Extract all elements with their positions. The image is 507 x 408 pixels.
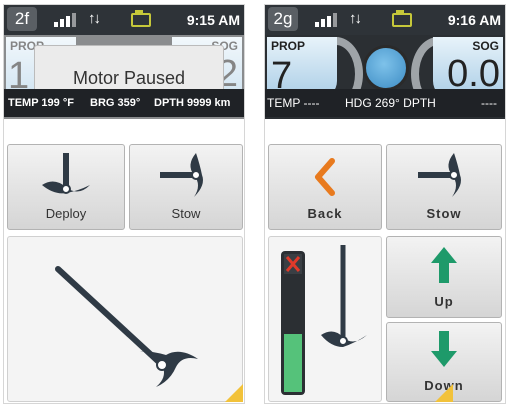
back-chevron-icon [315, 158, 335, 196]
clock: 9:16 AM [447, 12, 501, 28]
sog-label: SOG [472, 39, 499, 53]
bearing-readout: BRG 359° [90, 97, 141, 109]
stow-icon [160, 153, 203, 197]
deploy-label: Deploy [45, 206, 87, 221]
temp-readout: TEMP 199 °F [8, 97, 74, 109]
status-bar: 2f ↑↓ 9:15 AM [4, 5, 244, 35]
corner-accent-icon [225, 384, 243, 402]
screen-2f: 2f ↑↓ 9:15 AM PROP 1 SOG 2 mph Motor Pau… [3, 4, 245, 404]
arrow-down-icon [431, 331, 457, 367]
compass-icon [363, 45, 409, 91]
motor-vertical-icon [321, 245, 367, 347]
stow-label: Stow [171, 206, 201, 221]
stow-icon [418, 153, 461, 197]
battery-icon [131, 10, 151, 27]
screen-id-label: 2f [7, 7, 37, 31]
screen-id-label: 2g [268, 7, 298, 31]
info-bar: TEMP ---- HDG 269° DPTH ---- [265, 89, 505, 117]
trim-gauge [281, 251, 305, 395]
trim-limit-icon [284, 254, 302, 274]
up-label: Up [434, 294, 454, 309]
corner-accent-icon [435, 384, 453, 402]
battery-icon [392, 10, 412, 27]
signal-icon [315, 13, 337, 27]
deploy-button[interactable]: Deploy [7, 144, 125, 230]
status-bar: 2g ↑↓ 9:16 AM [265, 5, 505, 35]
back-label: Back [307, 206, 343, 221]
down-button[interactable]: Down [386, 322, 502, 402]
trim-panel [268, 236, 382, 402]
signal-icon [54, 13, 76, 27]
depth-readout: DPTH 9999 km [154, 97, 231, 109]
motor-position-panel [7, 236, 243, 402]
sog-value: 0.0 [447, 53, 500, 95]
data-transfer-icon: ↑↓ [349, 10, 362, 27]
up-button[interactable]: Up [386, 236, 502, 318]
depth-readout: ---- [481, 96, 497, 110]
trim-level-fill [284, 334, 302, 392]
temp-readout: TEMP ---- [267, 96, 320, 110]
clock: 9:15 AM [186, 12, 240, 28]
screen-2g: 2g ↑↓ 9:16 AM PROP 7 SOG 0.0 mph TEMP --… [264, 4, 506, 404]
heading-readout: HDG 269° DPTH [345, 96, 436, 110]
prop-label: PROP [271, 39, 306, 53]
info-bar: TEMP 199 °F BRG 359° DPTH 9999 km [4, 89, 244, 117]
stow-button[interactable]: Stow [386, 144, 502, 230]
deploy-icon [42, 153, 90, 194]
motor-angle-icon [55, 266, 198, 387]
data-transfer-icon: ↑↓ [88, 10, 101, 27]
stow-button[interactable]: Stow [129, 144, 243, 230]
stow-label: Stow [426, 206, 462, 221]
arrow-up-icon [431, 247, 457, 283]
back-button[interactable]: Back [268, 144, 382, 230]
